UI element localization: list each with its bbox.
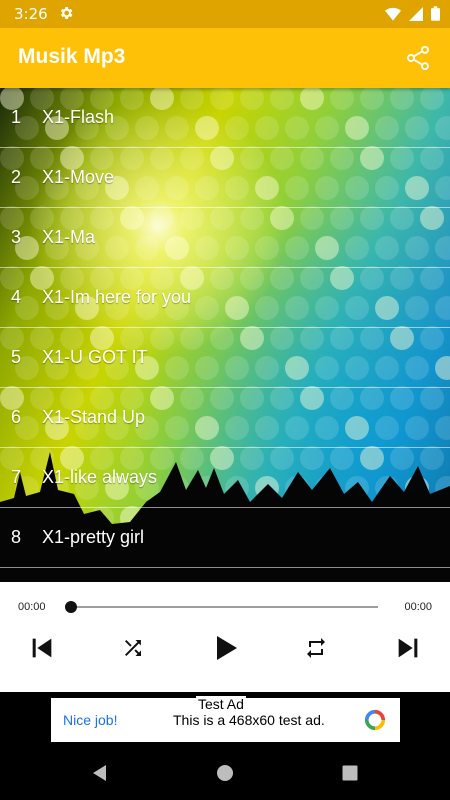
track-number: 6 xyxy=(11,407,22,427)
player-bar: 00:00 00:00 xyxy=(0,582,450,692)
track-number: 5 xyxy=(11,347,22,367)
ad-headline: Nice job! xyxy=(63,712,118,728)
track-row[interactable]: 7 X1-like always xyxy=(0,448,450,508)
shuffle-icon xyxy=(125,640,141,656)
signal-icon xyxy=(409,6,423,21)
status-time: 3:26 xyxy=(14,5,48,23)
seek-thumb[interactable] xyxy=(65,601,77,613)
status-icons xyxy=(385,6,440,21)
app-title: Musik Mp3 xyxy=(18,45,126,68)
track-row[interactable]: 8 X1-pretty girl xyxy=(0,508,450,568)
seek-bar[interactable] xyxy=(70,606,378,608)
share-icon[interactable] xyxy=(404,44,432,72)
track-title: X1-pretty girl xyxy=(42,527,145,547)
track-row[interactable]: 4 X1-Im here for you xyxy=(0,268,450,328)
track-number: 1 xyxy=(11,107,22,127)
track-title: X1-Stand Up xyxy=(42,407,146,427)
track-title: X1-Ma xyxy=(42,227,96,247)
battery-icon xyxy=(431,6,440,21)
repeat-button[interactable] xyxy=(300,632,332,664)
ad-message: This is a 468x60 test ad. xyxy=(173,712,325,728)
recents-icon[interactable] xyxy=(340,763,360,783)
duration-time: 00:00 xyxy=(404,601,432,613)
system-nav-bar xyxy=(0,746,450,800)
skip-next-button[interactable] xyxy=(392,632,424,664)
track-number: 7 xyxy=(11,467,22,487)
track-row[interactable]: 3 X1-Ma xyxy=(0,208,450,268)
track-row[interactable]: 6 X1-Stand Up xyxy=(0,388,450,448)
status-bar: 3:26 xyxy=(0,0,450,28)
track-title: X1-Move xyxy=(42,167,115,187)
track-number: 4 xyxy=(11,287,22,307)
gear-icon xyxy=(60,7,73,19)
current-time: 00:00 xyxy=(18,601,46,613)
app-bar: Musik Mp3 xyxy=(0,28,450,88)
track-number: 3 xyxy=(11,227,22,247)
track-row[interactable]: 5 X1-U GOT IT xyxy=(0,328,450,388)
repeat-icon xyxy=(307,638,325,658)
track-title: X1-U GOT IT xyxy=(42,347,148,367)
track-number: 8 xyxy=(11,527,22,547)
track-list: 1 X1-Flash 2 X1-Move 3 X1-Ma 4 X1-Im here for y… xyxy=(0,88,450,582)
skip-previous-button[interactable] xyxy=(26,632,58,664)
ad-label: Test Ad xyxy=(196,696,246,712)
back-icon[interactable] xyxy=(90,763,110,783)
wifi-icon xyxy=(385,7,401,21)
play-button[interactable] xyxy=(209,632,241,664)
track-title: X1-Im here for you xyxy=(42,287,192,307)
shuffle-button[interactable] xyxy=(117,632,149,664)
play-icon xyxy=(217,636,237,660)
track-row[interactable]: 2 X1-Move xyxy=(0,148,450,208)
track-row[interactable]: 1 X1-Flash xyxy=(0,88,450,148)
track-title: X1-like always xyxy=(42,467,158,487)
track-number: 2 xyxy=(11,167,22,187)
ad-area: Nice job! This is a 468x60 test ad. Test… xyxy=(0,692,450,746)
skip-previous-icon xyxy=(32,638,52,658)
skip-next-icon xyxy=(398,638,418,658)
ad-logo-icon xyxy=(364,709,386,731)
track-title: X1-Flash xyxy=(42,107,115,127)
home-icon[interactable] xyxy=(215,763,235,783)
